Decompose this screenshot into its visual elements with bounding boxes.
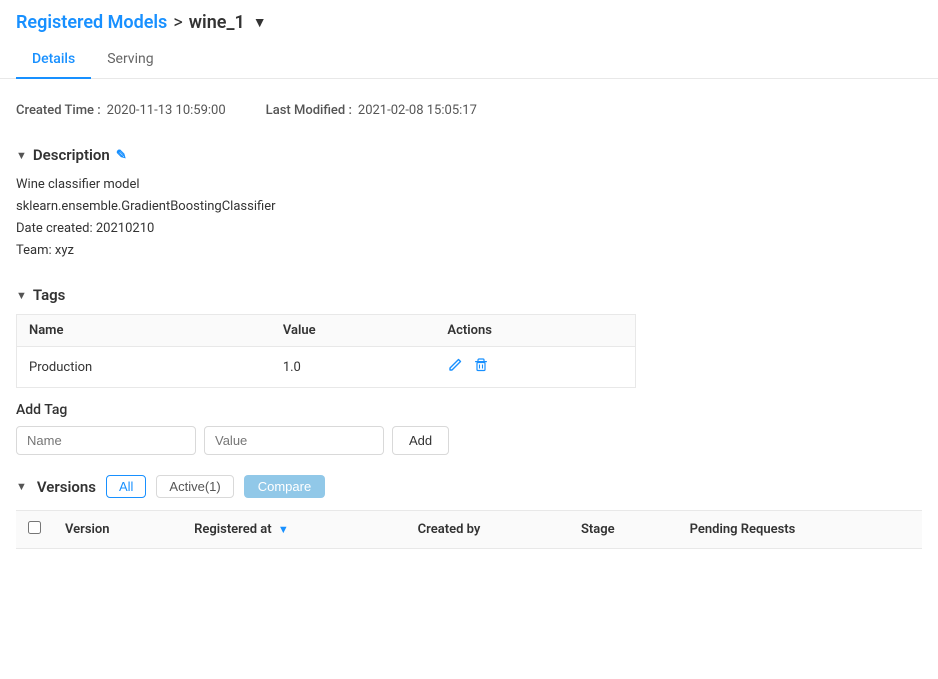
- versions-chevron-icon: ▼: [16, 480, 27, 493]
- add-tag-button[interactable]: Add: [392, 426, 449, 455]
- tags-title: Tags: [33, 286, 66, 304]
- description-text: Wine classifier model sklearn.ensemble.G…: [16, 174, 922, 274]
- tag-delete-icon[interactable]: [473, 357, 489, 377]
- add-tag-name-input[interactable]: [16, 426, 196, 455]
- versions-table: Version Registered at ▼ Created by Stage…: [16, 510, 922, 549]
- breadcrumb: Registered Models > wine_1 ▼: [0, 0, 938, 41]
- add-tag-value-input[interactable]: [204, 426, 384, 455]
- tags-table: Name Value Actions Production 1.0: [16, 314, 636, 388]
- description-chevron-icon: ▼: [16, 149, 27, 162]
- modified-time-value: 2021-02-08 15:05:17: [358, 103, 477, 118]
- tags-col-actions: Actions: [435, 315, 635, 347]
- versions-col-pending-requests: Pending Requests: [678, 511, 922, 549]
- table-row: Production 1.0: [17, 347, 636, 388]
- tags-section-header[interactable]: ▼ Tags: [16, 286, 922, 304]
- created-time-item: Created Time : 2020-11-13 10:59:00: [16, 103, 226, 118]
- modified-time-item: Last Modified : 2021-02-08 15:05:17: [266, 103, 477, 118]
- versions-col-registered-at: Registered at ▼: [182, 511, 406, 549]
- tab-details[interactable]: Details: [16, 41, 91, 79]
- modified-time-label: Last Modified :: [266, 103, 352, 118]
- versions-table-header-row: Version Registered at ▼ Created by Stage…: [16, 511, 922, 549]
- created-time-label: Created Time :: [16, 103, 101, 118]
- tags-chevron-icon: ▼: [16, 289, 27, 302]
- versions-compare-button[interactable]: Compare: [244, 475, 325, 498]
- tab-bar: Details Serving: [0, 41, 938, 79]
- meta-info-row: Created Time : 2020-11-13 10:59:00 Last …: [16, 95, 922, 134]
- description-line-4: Team: xyz: [16, 240, 922, 262]
- tag-action-icons: [447, 357, 623, 377]
- versions-filter-active-button[interactable]: Active(1): [156, 475, 233, 498]
- description-title: Description: [33, 146, 110, 164]
- versions-section-header: ▼ Versions All Active(1) Compare: [16, 475, 922, 498]
- tab-serving[interactable]: Serving: [91, 41, 169, 79]
- tag-name-cell: Production: [17, 347, 271, 388]
- versions-col-version: Version: [53, 511, 182, 549]
- versions-col-stage: Stage: [569, 511, 678, 549]
- add-tag-label: Add Tag: [16, 402, 922, 418]
- description-edit-icon[interactable]: ✎: [116, 148, 127, 163]
- add-tag-inputs: Add: [16, 426, 922, 455]
- tags-table-header-row: Name Value Actions: [17, 315, 636, 347]
- versions-col-checkbox: [16, 511, 53, 549]
- registered-at-sort-icon[interactable]: ▼: [278, 523, 289, 536]
- main-content: Created Time : 2020-11-13 10:59:00 Last …: [0, 79, 938, 549]
- breadcrumb-parent-link[interactable]: Registered Models: [16, 12, 167, 33]
- description-line-3: Date created: 20210210: [16, 218, 922, 240]
- versions-select-all-checkbox[interactable]: [28, 521, 41, 534]
- versions-col-created-by: Created by: [406, 511, 569, 549]
- description-section-header[interactable]: ▼ Description ✎: [16, 146, 922, 164]
- tag-edit-icon[interactable]: [447, 357, 463, 377]
- versions-title: Versions: [37, 478, 96, 496]
- description-line-2: sklearn.ensemble.GradientBoostingClassif…: [16, 196, 922, 218]
- versions-filter-all-button[interactable]: All: [106, 475, 146, 498]
- add-tag-section: Add Tag Add: [16, 402, 922, 455]
- tag-value-cell: 1.0: [271, 347, 436, 388]
- breadcrumb-separator: >: [173, 12, 182, 33]
- tag-actions-cell: [435, 347, 635, 388]
- tags-col-name: Name: [17, 315, 271, 347]
- created-time-value: 2020-11-13 10:59:00: [107, 103, 226, 118]
- breadcrumb-dropdown-icon[interactable]: ▼: [253, 14, 267, 31]
- description-line-1: Wine classifier model: [16, 174, 922, 196]
- tags-col-value: Value: [271, 315, 436, 347]
- breadcrumb-current: wine_1: [189, 12, 245, 33]
